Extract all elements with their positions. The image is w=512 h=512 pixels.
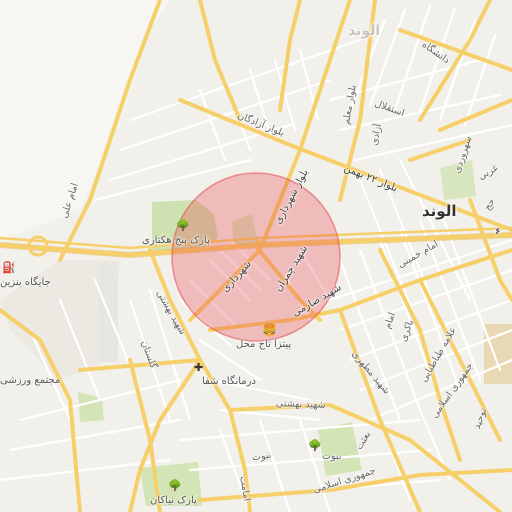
burger-icon[interactable]: 🍔 <box>262 324 277 336</box>
fuel-icon[interactable]: ⛽ <box>2 262 16 273</box>
map-base <box>0 0 512 512</box>
tree-icon[interactable]: 🌳 <box>308 440 322 451</box>
street-label-nobout-1: نبوت <box>251 449 273 464</box>
city-label-alvand: الوند <box>422 202 457 220</box>
poi-sports-complex[interactable]: مجتمع ورزشی <box>0 376 60 386</box>
poi-park-hectari[interactable]: پارک پنج هکتاری <box>142 236 210 246</box>
street-label-shahid-beheshti-horizontal: شهید بهشتی <box>275 398 326 411</box>
map-view[interactable]: الوند الوند دانشگاه بلوار معلم استقلال آ… <box>0 0 512 512</box>
street-label-nobout-2: نبوت <box>322 451 342 462</box>
poi-pizza-taj-mahal[interactable]: پیتزا تاج محل <box>236 340 291 350</box>
poi-park-niakan[interactable]: پارک نیاکان <box>150 496 197 506</box>
cross-icon[interactable]: ✚ <box>194 362 203 373</box>
search-radius-circle <box>171 172 341 342</box>
route-number: ۶ <box>495 227 501 237</box>
tree-icon[interactable]: 🌳 <box>176 220 190 231</box>
tree-icon[interactable]: 🌳 <box>168 480 182 491</box>
city-label-faded: الوند <box>348 23 381 39</box>
poi-clinic-shafa[interactable]: درمانگاه شفا <box>202 377 256 387</box>
poi-gas-station[interactable]: جایگاه بنزین <box>0 278 51 288</box>
